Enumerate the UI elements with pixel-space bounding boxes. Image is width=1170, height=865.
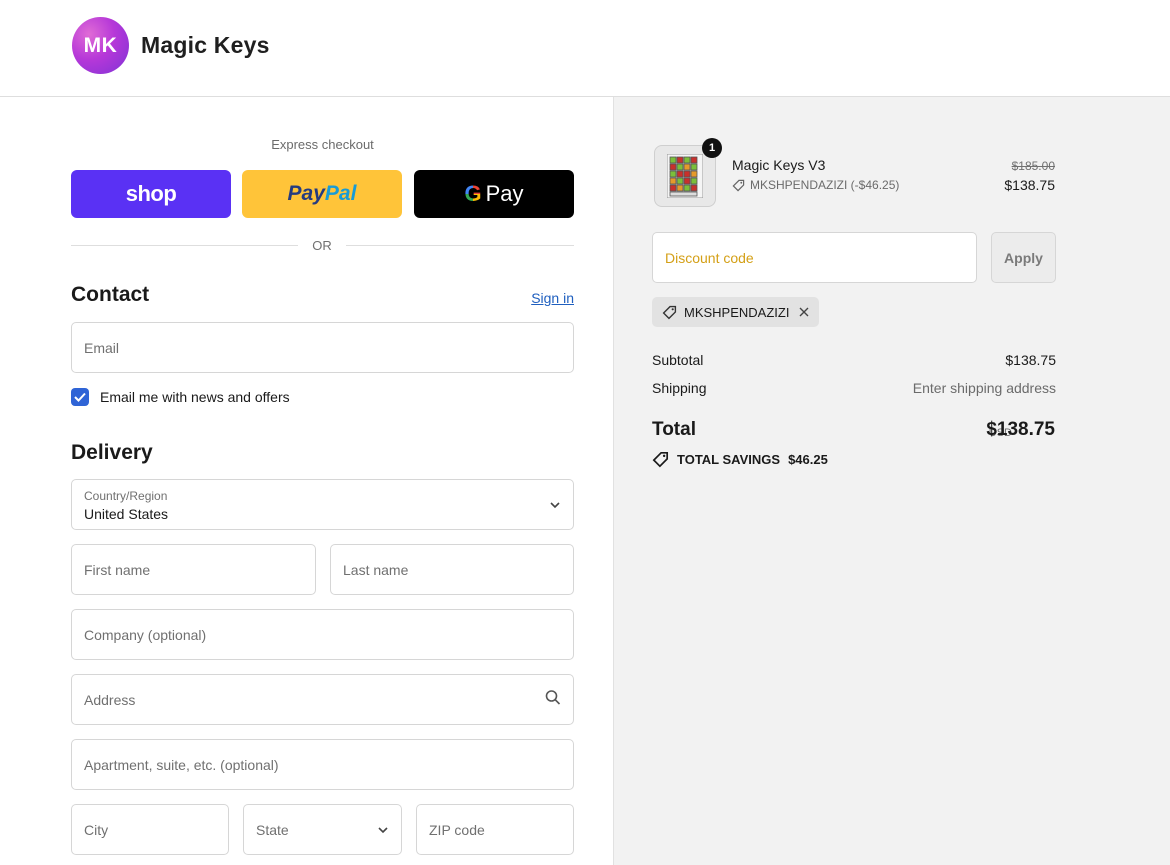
google-pay-button[interactable]: G Pay (414, 170, 574, 218)
last-name-field[interactable]: Last name (330, 544, 574, 595)
divider-line-right (346, 245, 574, 246)
express-checkout-title: Express checkout (271, 137, 374, 152)
shipping-value: Enter shipping address (912, 380, 1056, 396)
newsletter-label: Email me with news and offers (100, 389, 290, 405)
zip-field[interactable]: ZIP code (416, 804, 574, 855)
tag-icon (732, 179, 745, 191)
checkout-form: Express checkout shop Pay Pal G Pay OR Co… (0, 97, 613, 865)
apply-discount-button[interactable]: Apply (991, 232, 1056, 283)
search-icon (545, 689, 561, 710)
discount-code-input[interactable]: Discount code (652, 232, 977, 283)
keyboard-product-icon (667, 154, 703, 198)
divider-line-left (71, 245, 298, 246)
newsletter-option[interactable]: Email me with news and offers (71, 388, 290, 406)
chevron-down-icon (377, 821, 389, 839)
shipping-label: Shipping (652, 380, 707, 396)
apartment-field[interactable]: Apartment, suite, etc. (optional) (71, 739, 574, 790)
city-field[interactable]: City (71, 804, 229, 855)
address-field[interactable]: Address (71, 674, 574, 725)
price-discounted: $138.75 (1004, 177, 1055, 193)
contact-title: Contact (71, 283, 150, 306)
paypal-label-part1: Pay (287, 182, 325, 205)
shop-pay-button[interactable]: shop (71, 170, 231, 218)
checkmark-icon (74, 392, 86, 402)
country-label: Country/Region (84, 489, 168, 503)
city-placeholder: City (84, 821, 109, 838)
sign-in-link[interactable]: Sign in (531, 290, 574, 306)
header: MK Magic Keys (0, 0, 1170, 97)
subtotal-label: Subtotal (652, 352, 704, 368)
company-field[interactable]: Company (optional) (71, 609, 574, 660)
delivery-title: Delivery (71, 441, 153, 464)
order-summary: 1 Magic Keys V3 MKSHPENDAZIZI (-$46.25) … (613, 97, 1170, 865)
apartment-placeholder: Apartment, suite, etc. (optional) (84, 756, 279, 773)
address-placeholder: Address (84, 691, 136, 708)
paypal-button[interactable]: Pay Pal (242, 170, 402, 218)
total-label: Total (652, 419, 696, 440)
first-name-field[interactable]: First name (71, 544, 316, 595)
paypal-label-part2: Pal (324, 182, 357, 205)
subtotal-value: $138.75 (1005, 352, 1056, 368)
product-discount: MKSHPENDAZIZI (-$46.25) (732, 178, 899, 192)
logo-mark: MK (72, 17, 129, 74)
chevron-down-icon (549, 496, 561, 514)
or-label: OR (312, 238, 332, 253)
google-g-icon: G (464, 181, 482, 206)
or-divider: OR (71, 236, 574, 256)
last-name-placeholder: Last name (343, 561, 409, 578)
brand-logo[interactable]: MK Magic Keys (72, 17, 270, 74)
quantity-badge: 1 (702, 138, 722, 158)
total-savings-label: TOTAL SAVINGS (677, 452, 781, 467)
zip-placeholder: ZIP code (429, 821, 485, 838)
discount-code-placeholder: Discount code (665, 249, 754, 266)
total-value: $138.75 (986, 419, 1055, 440)
product-name: Magic Keys V3 (732, 157, 826, 173)
price-original: $185.00 (1011, 159, 1055, 173)
total-savings: TOTAL SAVINGS $46.25 (652, 451, 828, 468)
shop-pay-label: shop (125, 181, 177, 206)
remove-discount-icon[interactable] (799, 307, 809, 317)
country-value: United States (84, 506, 169, 522)
country-select[interactable]: Country/Region United States (71, 479, 574, 530)
total-savings-value: $46.25 (788, 452, 828, 467)
tag-icon (662, 305, 677, 319)
applied-discount-chip: MKSHPENDAZIZI (652, 297, 820, 327)
state-select[interactable]: State (243, 804, 402, 855)
google-pay-label: Pay (485, 181, 524, 206)
newsletter-checkbox[interactable] (71, 388, 89, 406)
applied-discount-code: MKSHPENDAZIZI (684, 304, 790, 320)
email-field[interactable]: Email (71, 322, 574, 373)
company-placeholder: Company (optional) (84, 626, 207, 643)
brand-name: Magic Keys (141, 32, 270, 58)
state-placeholder: State (256, 821, 289, 838)
email-placeholder: Email (84, 339, 120, 356)
first-name-placeholder: First name (84, 561, 151, 578)
product-discount-text: MKSHPENDAZIZI (-$46.25) (750, 178, 900, 192)
tag-icon (652, 451, 669, 468)
